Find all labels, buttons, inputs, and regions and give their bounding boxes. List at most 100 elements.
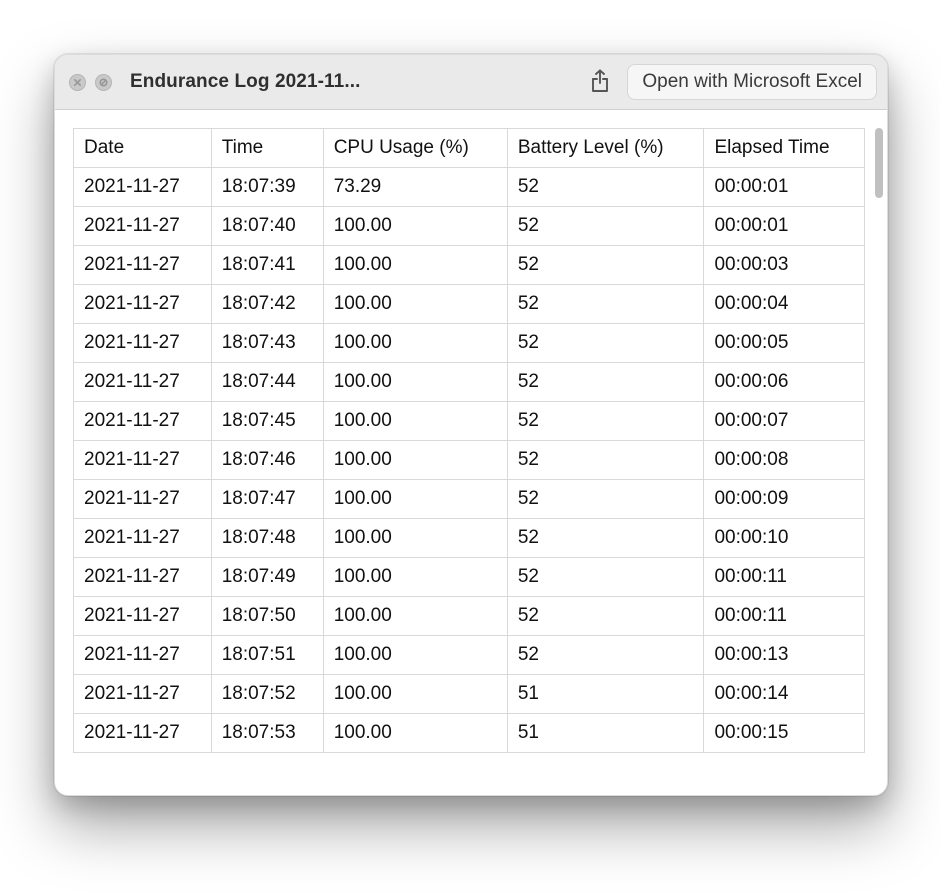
cell-date: 2021-11-27: [74, 402, 212, 441]
cell-time: 18:07:53: [211, 714, 323, 753]
fullscreen-button[interactable]: [95, 74, 112, 91]
table-row: 2021-11-2718:07:44100.005200:00:06: [74, 363, 865, 402]
col-header: Elapsed Time: [704, 129, 865, 168]
table-row: 2021-11-2718:07:53100.005100:00:15: [74, 714, 865, 753]
cell-time: 18:07:52: [211, 675, 323, 714]
cell-battery: 52: [507, 285, 704, 324]
scrollbar-thumb[interactable]: [875, 128, 883, 198]
close-button[interactable]: [69, 74, 86, 91]
cell-cpu: 100.00: [323, 246, 507, 285]
cell-elapsed: 00:00:06: [704, 363, 865, 402]
cell-elapsed: 00:00:15: [704, 714, 865, 753]
cell-date: 2021-11-27: [74, 324, 212, 363]
col-header: CPU Usage (%): [323, 129, 507, 168]
cell-time: 18:07:40: [211, 207, 323, 246]
cell-battery: 51: [507, 675, 704, 714]
cell-cpu: 100.00: [323, 558, 507, 597]
cell-elapsed: 00:00:04: [704, 285, 865, 324]
titlebar: Endurance Log 2021-11... Open with Micro…: [55, 55, 887, 110]
cell-date: 2021-11-27: [74, 363, 212, 402]
open-with-button[interactable]: Open with Microsoft Excel: [627, 64, 877, 101]
col-header: Date: [74, 129, 212, 168]
col-header: Time: [211, 129, 323, 168]
cell-elapsed: 00:00:03: [704, 246, 865, 285]
table-row: 2021-11-2718:07:50100.005200:00:11: [74, 597, 865, 636]
table-row: 2021-11-2718:07:42100.005200:00:04: [74, 285, 865, 324]
cell-cpu: 100.00: [323, 675, 507, 714]
cell-date: 2021-11-27: [74, 207, 212, 246]
cell-time: 18:07:45: [211, 402, 323, 441]
cell-date: 2021-11-27: [74, 636, 212, 675]
window-body: DateTimeCPU Usage (%)Battery Level (%)El…: [55, 110, 887, 796]
cell-elapsed: 00:00:01: [704, 207, 865, 246]
table-header-row: DateTimeCPU Usage (%)Battery Level (%)El…: [74, 129, 865, 168]
close-icon: [73, 78, 82, 87]
cell-battery: 52: [507, 168, 704, 207]
col-header: Battery Level (%): [507, 129, 704, 168]
table-body: 2021-11-2718:07:3973.295200:00:012021-11…: [74, 168, 865, 753]
table-row: 2021-11-2718:07:41100.005200:00:03: [74, 246, 865, 285]
cell-time: 18:07:50: [211, 597, 323, 636]
cell-time: 18:07:48: [211, 519, 323, 558]
cell-elapsed: 00:00:13: [704, 636, 865, 675]
quicklook-window: Endurance Log 2021-11... Open with Micro…: [54, 54, 888, 796]
cell-time: 18:07:42: [211, 285, 323, 324]
cell-date: 2021-11-27: [74, 519, 212, 558]
table-row: 2021-11-2718:07:46100.005200:00:08: [74, 441, 865, 480]
cell-battery: 52: [507, 324, 704, 363]
cell-cpu: 100.00: [323, 207, 507, 246]
cell-time: 18:07:41: [211, 246, 323, 285]
cell-date: 2021-11-27: [74, 246, 212, 285]
cell-elapsed: 00:00:07: [704, 402, 865, 441]
cell-battery: 52: [507, 636, 704, 675]
table-row: 2021-11-2718:07:52100.005100:00:14: [74, 675, 865, 714]
cell-time: 18:07:51: [211, 636, 323, 675]
share-icon: [589, 69, 611, 95]
cell-battery: 51: [507, 714, 704, 753]
cell-cpu: 100.00: [323, 363, 507, 402]
cell-battery: 52: [507, 363, 704, 402]
share-button[interactable]: [583, 65, 617, 99]
cell-cpu: 100.00: [323, 285, 507, 324]
vertical-scrollbar[interactable]: [871, 110, 887, 796]
window-controls: [69, 74, 112, 91]
cell-cpu: 100.00: [323, 480, 507, 519]
cell-battery: 52: [507, 597, 704, 636]
cell-date: 2021-11-27: [74, 480, 212, 519]
cell-date: 2021-11-27: [74, 714, 212, 753]
cell-battery: 52: [507, 519, 704, 558]
fullscreen-icon: [99, 78, 108, 87]
window-title: Endurance Log 2021-11...: [130, 71, 360, 93]
cell-date: 2021-11-27: [74, 597, 212, 636]
cell-time: 18:07:43: [211, 324, 323, 363]
table-row: 2021-11-2718:07:45100.005200:00:07: [74, 402, 865, 441]
cell-cpu: 100.00: [323, 402, 507, 441]
cell-elapsed: 00:00:14: [704, 675, 865, 714]
cell-time: 18:07:47: [211, 480, 323, 519]
table-row: 2021-11-2718:07:48100.005200:00:10: [74, 519, 865, 558]
cell-date: 2021-11-27: [74, 441, 212, 480]
cell-elapsed: 00:00:01: [704, 168, 865, 207]
cell-battery: 52: [507, 207, 704, 246]
cell-cpu: 100.00: [323, 597, 507, 636]
cell-time: 18:07:44: [211, 363, 323, 402]
cell-elapsed: 00:00:11: [704, 597, 865, 636]
cell-cpu: 100.00: [323, 441, 507, 480]
table-row: 2021-11-2718:07:51100.005200:00:13: [74, 636, 865, 675]
data-table: DateTimeCPU Usage (%)Battery Level (%)El…: [73, 128, 865, 753]
cell-elapsed: 00:00:10: [704, 519, 865, 558]
cell-elapsed: 00:00:11: [704, 558, 865, 597]
cell-battery: 52: [507, 402, 704, 441]
cell-date: 2021-11-27: [74, 168, 212, 207]
cell-date: 2021-11-27: [74, 558, 212, 597]
cell-date: 2021-11-27: [74, 285, 212, 324]
table-scrollpane[interactable]: DateTimeCPU Usage (%)Battery Level (%)El…: [55, 110, 871, 796]
cell-cpu: 100.00: [323, 636, 507, 675]
table-row: 2021-11-2718:07:43100.005200:00:05: [74, 324, 865, 363]
table-row: 2021-11-2718:07:40100.005200:00:01: [74, 207, 865, 246]
cell-elapsed: 00:00:05: [704, 324, 865, 363]
cell-battery: 52: [507, 558, 704, 597]
cell-time: 18:07:46: [211, 441, 323, 480]
cell-time: 18:07:49: [211, 558, 323, 597]
cell-date: 2021-11-27: [74, 675, 212, 714]
